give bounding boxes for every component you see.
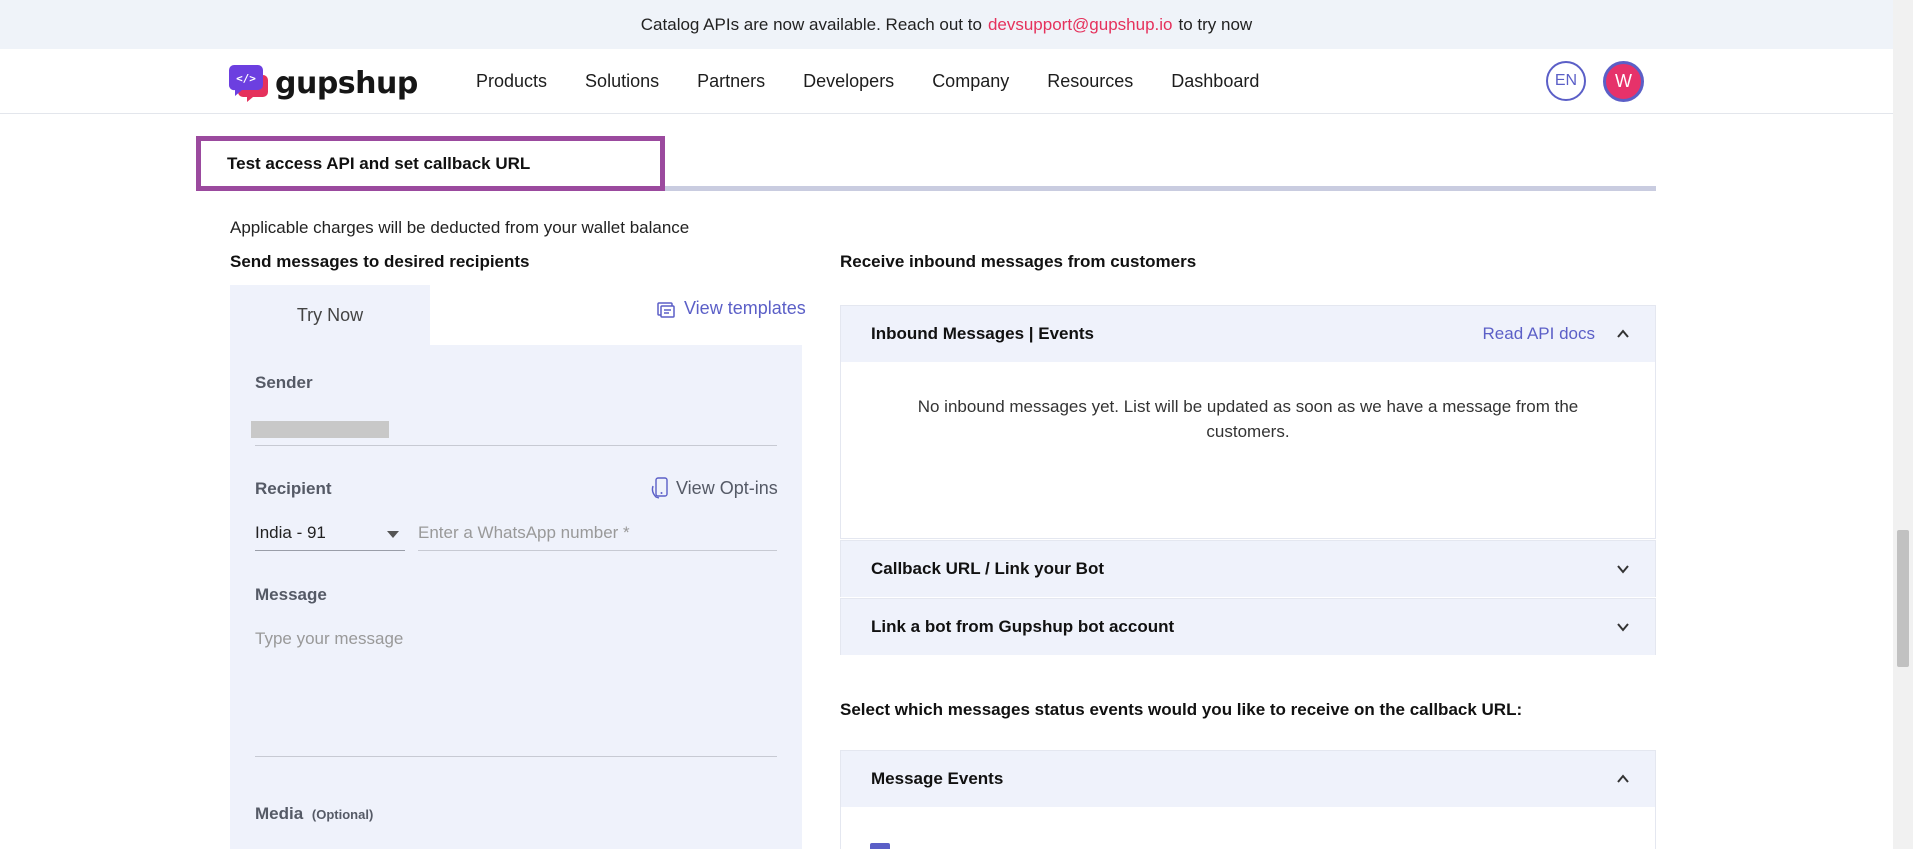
tab-test-access-api[interactable]: Test access API and set callback URL	[196, 136, 665, 191]
callback-url-title: Callback URL / Link your Bot	[871, 559, 1105, 578]
user-avatar[interactable]: W	[1603, 61, 1644, 102]
nav-company[interactable]: Company	[932, 71, 1009, 92]
link-bot-header[interactable]: Link a bot from Gupshup bot account	[841, 599, 1655, 655]
inbound-messages-accordion: Inbound Messages | Events Read API docs …	[840, 305, 1656, 539]
message-events-accordion: Message Events	[840, 750, 1656, 849]
language-selector[interactable]: EN	[1546, 61, 1586, 101]
media-label-text: Media	[255, 804, 304, 823]
announcement-prefix: Catalog APIs are now available. Reach ou…	[640, 14, 982, 34]
chevron-down-icon[interactable]	[1617, 621, 1629, 633]
message-label: Message	[255, 585, 327, 604]
view-optins-link[interactable]: View Opt-ins	[650, 476, 778, 500]
message-events-header[interactable]: Message Events	[841, 751, 1655, 807]
status-events-question: Select which messages status events woul…	[840, 700, 1523, 719]
event-checkbox[interactable]	[870, 843, 890, 849]
logo-wordmark: gupshup	[275, 65, 418, 101]
whatsapp-number-input[interactable]: Enter a WhatsApp number *	[418, 523, 777, 551]
message-underline	[255, 756, 777, 757]
country-value: India - 91	[255, 523, 326, 542]
chevron-down-icon[interactable]	[1617, 563, 1629, 575]
sender-underline	[255, 445, 777, 446]
message-textarea[interactable]: Type your message	[255, 629, 403, 649]
sender-value-redacted	[251, 421, 389, 438]
phone-icon	[651, 477, 668, 499]
tab-label: Test access API and set callback URL	[227, 153, 531, 173]
send-message-panel: Sender Recipient View Opt-ins India - 91…	[230, 345, 802, 849]
announcement-suffix: to try now	[1178, 14, 1253, 34]
charges-note: Applicable charges will be deducted from…	[230, 218, 690, 237]
nav-products[interactable]: Products	[476, 71, 547, 92]
nav-solutions[interactable]: Solutions	[585, 71, 659, 92]
view-templates-link[interactable]: View templates	[656, 298, 806, 319]
svg-text:</>: </>	[236, 72, 256, 85]
tab-underline	[664, 186, 1656, 191]
media-optional-tag: (Optional)	[311, 807, 374, 822]
receive-heading: Receive inbound messages from customers	[840, 252, 1197, 271]
view-templates-label: View templates	[684, 298, 806, 318]
media-label: Media (Optional)	[255, 804, 373, 824]
inbound-messages-header[interactable]: Inbound Messages | Events Read API docs	[841, 306, 1655, 362]
chevron-up-icon[interactable]	[1617, 328, 1629, 340]
gupshup-logo-icon: </>	[228, 63, 269, 103]
read-api-docs-link[interactable]: Read API docs	[1483, 324, 1595, 344]
send-heading: Send messages to desired recipients	[230, 252, 530, 271]
scrollbar-thumb[interactable]	[1897, 530, 1909, 667]
support-email-link[interactable]: devsupport@gupshup.io	[988, 15, 1173, 35]
page-scrollbar[interactable]	[1893, 0, 1913, 849]
gupshup-logo[interactable]: </> gupshup	[228, 63, 418, 103]
tab-try-now[interactable]: Try Now	[230, 285, 430, 345]
site-header: </> gupshup Products Solutions Partners …	[0, 49, 1893, 114]
recipient-label: Recipient	[255, 479, 332, 498]
sender-label: Sender	[255, 373, 313, 392]
view-optins-label: View Opt-ins	[676, 477, 778, 498]
country-code-select[interactable]: India - 91	[255, 523, 405, 551]
announcement-bar: Catalog APIs are now available. Reach ou…	[0, 0, 1893, 49]
dropdown-caret-icon	[387, 531, 399, 538]
link-bot-title: Link a bot from Gupshup bot account	[871, 617, 1175, 636]
callback-url-accordion: Callback URL / Link your Bot	[840, 540, 1656, 597]
nav-developers[interactable]: Developers	[803, 71, 894, 92]
chevron-up-icon[interactable]	[1617, 773, 1629, 785]
templates-icon	[657, 301, 675, 318]
nav-resources[interactable]: Resources	[1047, 71, 1133, 92]
inbound-messages-title: Inbound Messages | Events	[871, 324, 1094, 343]
message-events-title: Message Events	[871, 769, 1004, 788]
nav-partners[interactable]: Partners	[697, 71, 765, 92]
main-nav: Products Solutions Partners Developers C…	[476, 71, 1297, 92]
nav-dashboard[interactable]: Dashboard	[1171, 71, 1259, 92]
inbound-empty-message: No inbound messages yet. List will be up…	[917, 397, 1579, 441]
callback-url-header[interactable]: Callback URL / Link your Bot	[841, 541, 1655, 597]
link-bot-accordion: Link a bot from Gupshup bot account	[840, 598, 1656, 655]
